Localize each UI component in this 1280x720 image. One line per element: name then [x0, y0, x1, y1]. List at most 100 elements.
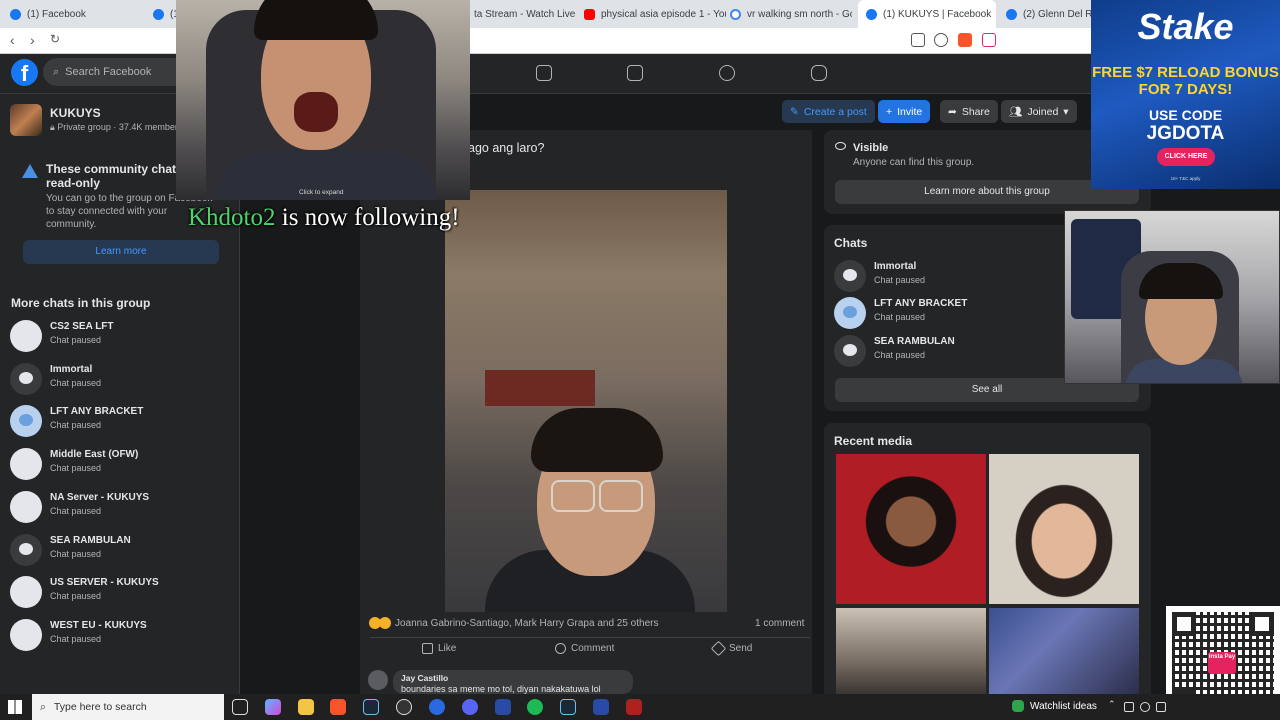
browser-tab[interactable]: (1) Facebook: [2, 0, 152, 28]
stake-cta-button[interactable]: CLICK HERE: [1157, 148, 1215, 166]
watchlist-widget[interactable]: Watchlist ideas: [1012, 700, 1097, 712]
media-thumbnail[interactable]: [989, 454, 1139, 604]
back-icon[interactable]: ‹: [10, 32, 15, 48]
visual-studio-icon[interactable]: [593, 699, 609, 715]
media-thumbnail[interactable]: [836, 454, 986, 604]
comment-author[interactable]: Jay Castillo: [401, 673, 448, 683]
stake-logo: Stake: [1137, 6, 1234, 47]
share-icon[interactable]: [934, 33, 948, 47]
chat-name: NA Server - KUKUYS: [50, 491, 150, 503]
people-nav-icon[interactable]: [719, 65, 735, 81]
chat-item[interactable]: WEST EU - KUKUYS Chat paused: [10, 617, 230, 653]
steam-icon[interactable]: [560, 699, 576, 715]
forward-icon[interactable]: ›: [30, 32, 35, 48]
chat-item[interactable]: SEA RAMBULAN Chat paused: [10, 532, 230, 568]
chat-bubble-icon: [843, 269, 857, 281]
commenter-avatar[interactable]: [368, 670, 388, 690]
gaming-nav-icon[interactable]: [811, 65, 827, 81]
chat-item[interactable]: CS2 SEA LFT Chat paused: [10, 318, 230, 354]
app-icon[interactable]: [429, 699, 445, 715]
chat-bubble-icon: [843, 343, 857, 356]
group-meta-text: Private group · 37.4K member: [57, 122, 178, 132]
chat-item[interactable]: LFT ANY BRACKET Chat paused: [834, 295, 1054, 331]
group-name[interactable]: KUKUYS: [50, 106, 101, 120]
visibility-title: Visible: [853, 142, 889, 154]
like-button[interactable]: Like: [422, 643, 456, 654]
media-thumbnail[interactable]: [989, 608, 1139, 694]
chat-item[interactable]: LFT ANY BRACKET Chat paused: [10, 403, 230, 439]
windows-start-icon[interactable]: [8, 700, 22, 714]
network-icon[interactable]: [1156, 702, 1166, 712]
chats-heading: Chats: [834, 236, 868, 250]
comment-count[interactable]: 1 comment: [755, 618, 804, 629]
send-button[interactable]: Send: [710, 640, 752, 657]
follow-text: is now following!: [275, 204, 460, 231]
rewards-icon[interactable]: [982, 33, 996, 47]
tray-app-icon[interactable]: [1124, 702, 1134, 712]
brave-shield-icon[interactable]: [958, 33, 972, 47]
comment-button[interactable]: Comment: [555, 643, 614, 654]
steam-icon[interactable]: [363, 699, 379, 715]
chat-name: WEST EU - KUKUYS: [50, 619, 147, 631]
chat-name: LFT ANY BRACKET: [874, 298, 968, 310]
chat-status: Chat paused: [874, 349, 926, 360]
task-view-icon[interactable]: [232, 699, 248, 715]
warning-icon: [22, 164, 38, 178]
brave-browser-icon[interactable]: [330, 699, 346, 715]
copilot-icon[interactable]: [265, 699, 281, 715]
chat-status: Chat paused: [874, 275, 926, 285]
taskbar-search[interactable]: ⌕ Type here to search: [32, 694, 224, 720]
obs-icon[interactable]: [396, 699, 412, 715]
stake-ad-overlay[interactable]: Stake FREE $7 RELOAD BONUS FOR 7 DAYS! U…: [1091, 0, 1280, 189]
share-button[interactable]: ➦ Share: [940, 100, 998, 123]
discord-icon[interactable]: [462, 699, 478, 715]
create-post-button[interactable]: ✎ Create a post: [782, 100, 875, 123]
chat-item[interactable]: Middle East (OFW) Chat paused: [10, 446, 230, 482]
chat-bubble-icon: [19, 542, 33, 555]
chat-avatar: [10, 533, 42, 566]
joined-button[interactable]: 👥︎ Joined ▾: [1001, 100, 1077, 123]
learn-more-button[interactable]: Learn more: [23, 240, 219, 264]
browser-tab[interactable]: vr walking sm north - Google S: [722, 0, 852, 28]
webcam-overlay[interactable]: [176, 0, 470, 200]
chevron-up-icon[interactable]: ⌃: [1108, 699, 1118, 709]
chat-item[interactable]: Immortal Chat paused: [10, 361, 230, 397]
ellipsis-icon: [843, 306, 857, 319]
mouth-shape: [294, 92, 338, 132]
tab-label: (2) Glenn Del Rosari: [1023, 8, 1092, 20]
reactions-summary[interactable]: Joanna Gabrino-Santiago, Mark Harry Grap…: [369, 617, 658, 629]
group-avatar[interactable]: [10, 104, 42, 136]
glasses-lens: [551, 480, 595, 512]
reload-icon[interactable]: ↻: [50, 32, 60, 46]
dota-icon[interactable]: [626, 699, 642, 715]
qr-finder: [1250, 612, 1274, 636]
browser-tab[interactable]: physical asia episode 1 - YouTu: [576, 0, 726, 28]
media-thumbnail[interactable]: [836, 608, 986, 694]
tray-app-icon[interactable]: [1140, 702, 1150, 712]
browser-tab[interactable]: ta Stream - Watch Live on: [466, 0, 576, 28]
stake-code-label: USE CODE: [1148, 107, 1223, 123]
visual-studio-icon[interactable]: [495, 699, 511, 715]
hair-shape: [531, 408, 663, 472]
watchlist-label: Watchlist ideas: [1030, 700, 1097, 712]
click-to-expand-label[interactable]: Click to expand: [299, 189, 343, 196]
video-nav-icon[interactable]: [627, 65, 643, 81]
search-icon: ⌕: [53, 65, 60, 78]
chat-item[interactable]: SEA RAMBULAN Chat paused: [834, 333, 1054, 369]
browser-tab-active[interactable]: (1) KUKUYS | Facebook ✕: [858, 0, 996, 28]
search-icon: ⌕: [40, 700, 46, 713]
file-explorer-icon[interactable]: [298, 699, 314, 715]
post-photo[interactable]: [445, 190, 727, 612]
browser-tab[interactable]: (2) Glenn Del Rosari: [998, 0, 1092, 28]
cast-icon[interactable]: [911, 33, 925, 47]
spotify-icon[interactable]: [527, 699, 543, 715]
invite-button[interactable]: + Invite: [878, 100, 931, 123]
thumbs-up-icon: [422, 643, 433, 654]
chat-item[interactable]: US SERVER - KUKUYS Chat paused: [10, 574, 230, 610]
chat-status: Chat paused: [50, 548, 102, 559]
facebook-logo[interactable]: f: [11, 59, 38, 86]
chat-item[interactable]: Immortal Chat paused: [834, 258, 1054, 294]
post-text: ago ang laro?: [468, 141, 545, 155]
groups-nav-icon[interactable]: [536, 65, 552, 81]
chat-item[interactable]: NA Server - KUKUYS Chat paused: [10, 489, 230, 525]
